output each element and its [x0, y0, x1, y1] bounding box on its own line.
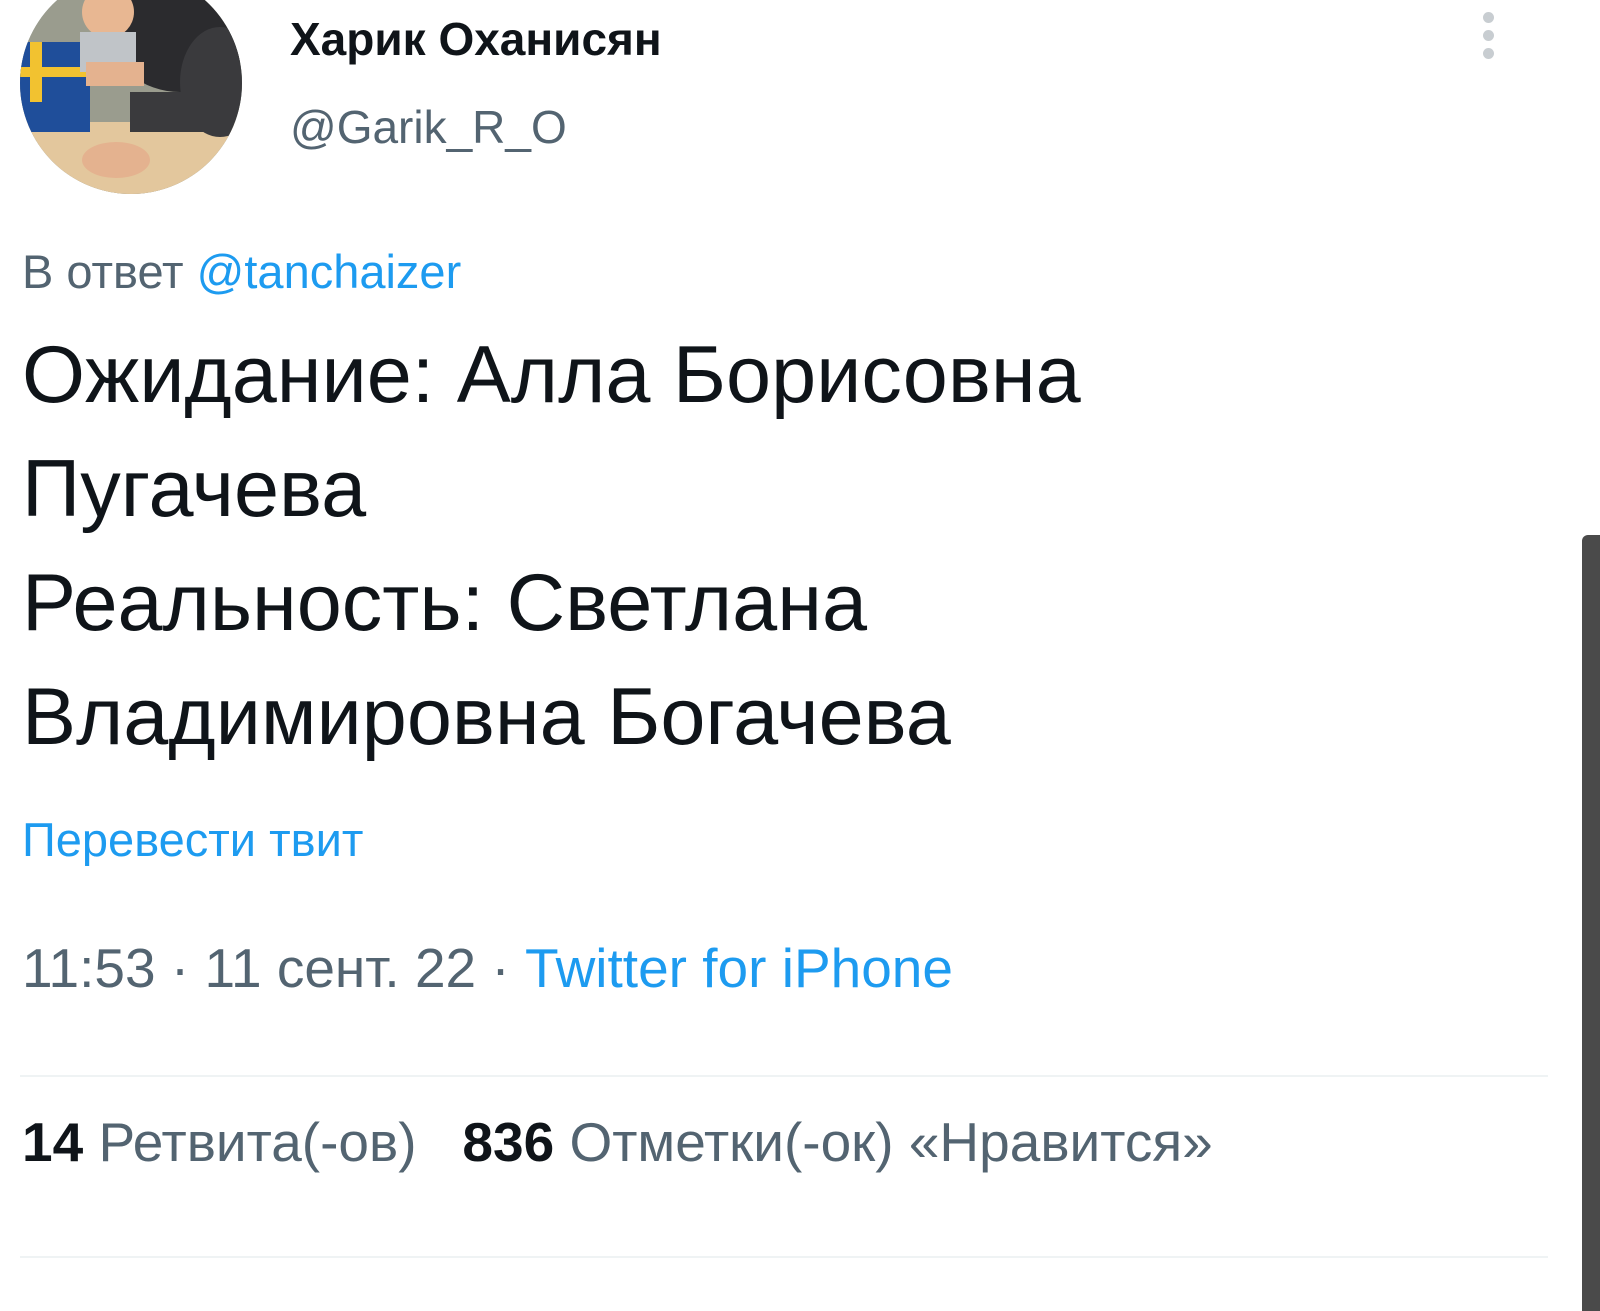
avatar[interactable]	[20, 0, 242, 194]
tweet-text-line: Пугачева	[22, 444, 367, 534]
likes-count: 836	[462, 1111, 555, 1173]
more-dot	[1482, 48, 1494, 59]
tweet-text-line: Владимировна Богачева	[22, 672, 951, 762]
scrollbar[interactable]	[1582, 535, 1600, 1311]
divider	[20, 1075, 1548, 1077]
retweets-count: 14	[22, 1111, 84, 1173]
reply-mention-link[interactable]: @tanchaizer	[197, 245, 462, 298]
tweet-time[interactable]: 11:53	[22, 937, 156, 999]
tweet-text: Ожидание: Алла Борисовна Пугачева Реальн…	[22, 318, 1522, 774]
tweet-date[interactable]: 11 сент. 22	[204, 937, 476, 999]
divider	[20, 1256, 1548, 1258]
more-options-button[interactable]	[1476, 12, 1500, 70]
tweet-stats: 14 Ретвита(-ов) 836 Отметки(-ок) «Нравит…	[22, 1110, 1213, 1174]
translate-tweet-link[interactable]: Перевести твит	[22, 812, 363, 867]
author-handle[interactable]: @Garik_R_O	[290, 100, 567, 154]
retweets-stat[interactable]: 14 Ретвита(-ов)	[22, 1111, 417, 1173]
likes-label: Отметки(-ок) «Нравится»	[569, 1111, 1213, 1173]
likes-stat[interactable]: 836 Отметки(-ок) «Нравится»	[462, 1111, 1212, 1173]
reply-prefix: В ответ	[22, 245, 184, 298]
tweet-source-link[interactable]: Twitter for iPhone	[525, 937, 953, 999]
reply-context: В ответ @tanchaizer	[22, 244, 461, 299]
tweet-text-line: Ожидание: Алла Борисовна	[22, 330, 1081, 420]
more-dots-icon	[1482, 12, 1494, 23]
more-dot	[1482, 30, 1494, 41]
tweet-meta: 11:53 · 11 сент. 22 · Twitter for iPhone	[22, 936, 953, 1000]
meta-separator: ·	[155, 937, 205, 999]
tweet-detail-page: Харик Оханисян @Garik_R_O В ответ @tanch…	[0, 0, 1600, 1311]
author-display-name[interactable]: Харик Оханисян	[290, 12, 662, 66]
avatar-photo-icon	[20, 0, 242, 194]
retweets-label: Ретвита(-ов)	[98, 1111, 417, 1173]
meta-separator: ·	[476, 937, 526, 999]
tweet-text-line: Реальность: Светлана	[22, 558, 868, 648]
